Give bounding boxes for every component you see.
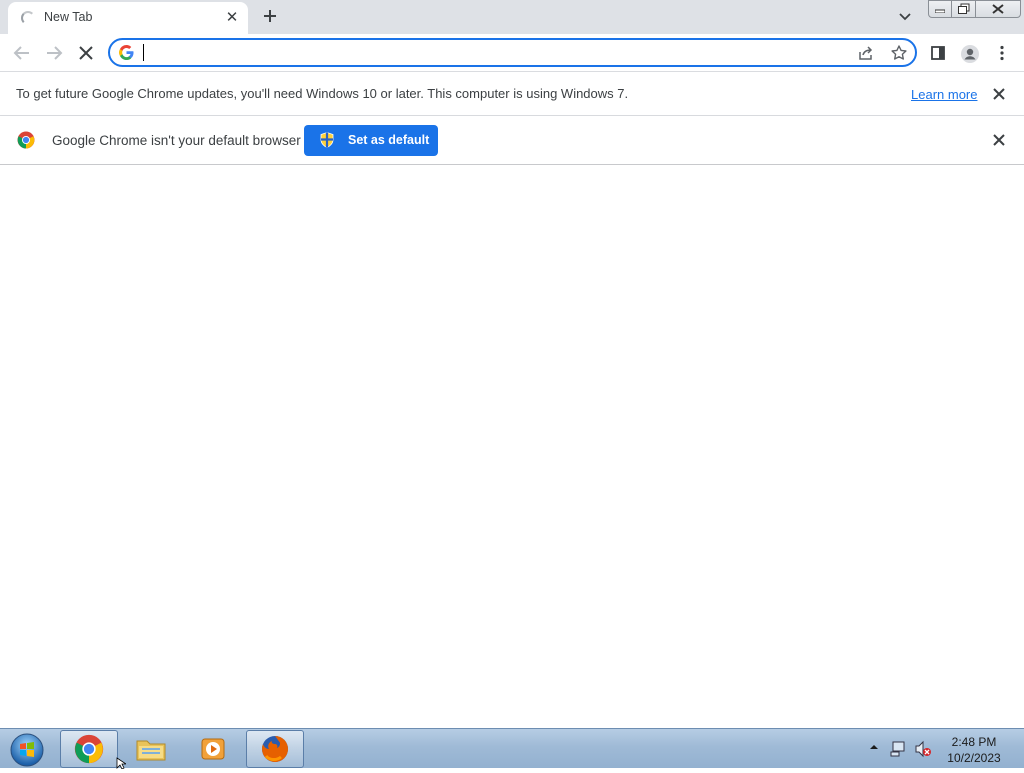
- minimize-icon: [935, 9, 945, 13]
- infobar-message: To get future Google Chrome updates, you…: [16, 86, 629, 101]
- minimize-button[interactable]: [928, 0, 952, 18]
- close-icon: [992, 4, 1004, 14]
- close-icon: [993, 134, 1005, 146]
- media-player-icon: [201, 738, 225, 760]
- forward-button[interactable]: [41, 40, 67, 66]
- star-icon[interactable]: [890, 44, 908, 62]
- browser-window: New Tab ✕ To get future Google Chrome up…: [0, 0, 1024, 728]
- set-as-default-button[interactable]: Set as default: [304, 125, 438, 156]
- taskbar-chrome[interactable]: [60, 730, 118, 768]
- mouse-cursor-icon: [116, 757, 126, 769]
- restore-button[interactable]: [951, 0, 976, 18]
- uac-shield-icon: [320, 132, 334, 148]
- text-caret: [143, 44, 144, 61]
- button-label: Set as default: [348, 133, 430, 147]
- windows-start-icon: [10, 733, 44, 767]
- restore-icon: [957, 3, 969, 14]
- tab-close-button[interactable]: ✕: [222, 8, 242, 28]
- new-tab-button[interactable]: [258, 5, 282, 29]
- plus-icon: [264, 10, 276, 22]
- menu-button[interactable]: [989, 40, 1015, 66]
- file-explorer-icon: [136, 740, 166, 761]
- taskbar-firefox[interactable]: [246, 730, 304, 768]
- profile-button[interactable]: [957, 40, 983, 66]
- side-panel-button[interactable]: [925, 40, 951, 66]
- stop-loading-button[interactable]: [73, 40, 99, 66]
- arrow-left-icon: [13, 46, 29, 60]
- avatar-icon: [961, 45, 979, 63]
- clock-time: 2:48 PM: [951, 735, 997, 749]
- clock-date: 10/2/2023: [947, 751, 1001, 765]
- window-close-button[interactable]: [975, 0, 1021, 18]
- tab-title: New Tab: [44, 10, 93, 24]
- address-bar[interactable]: [108, 38, 917, 67]
- infobar-message: Google Chrome isn't your default browser: [52, 133, 301, 148]
- network-icon[interactable]: [890, 740, 908, 758]
- share-icon[interactable]: [857, 44, 875, 62]
- google-icon: [119, 45, 134, 60]
- tab-new-tab[interactable]: New Tab ✕: [8, 2, 248, 34]
- close-icon: [993, 88, 1005, 100]
- tab-strip: New Tab ✕: [0, 0, 1024, 34]
- infobar-close-button[interactable]: [990, 131, 1008, 149]
- address-input[interactable]: [142, 43, 842, 62]
- firefox-icon: [262, 736, 288, 762]
- taskbar: 2:48 PM 10/2/2023: [0, 728, 1024, 768]
- chevron-down-icon: [899, 13, 911, 21]
- taskbar-file-explorer[interactable]: [122, 730, 180, 768]
- toolbar: [0, 34, 1024, 71]
- show-hidden-icons-icon[interactable]: [868, 742, 880, 752]
- learn-more-link[interactable]: Learn more: [911, 87, 977, 102]
- more-vert-icon: [1000, 45, 1004, 61]
- chrome-icon: [74, 734, 104, 764]
- back-button[interactable]: [9, 40, 35, 66]
- default-browser-infobar: Google Chrome isn't your default browser…: [0, 116, 1024, 165]
- infobar-close-button[interactable]: [990, 85, 1008, 103]
- chrome-logo-icon: [17, 131, 35, 149]
- system-clock[interactable]: 2:48 PM 10/2/2023: [938, 734, 1010, 766]
- tab-search-button[interactable]: [894, 6, 916, 28]
- loading-spinner-icon: [21, 11, 35, 25]
- volume-muted-icon[interactable]: [914, 740, 932, 758]
- start-button[interactable]: [4, 730, 50, 768]
- side-panel-icon: [931, 46, 945, 60]
- arrow-right-icon: [47, 46, 63, 60]
- os-update-infobar: To get future Google Chrome updates, you…: [0, 71, 1024, 116]
- close-icon: [79, 46, 93, 60]
- page-content[interactable]: [0, 165, 1024, 728]
- taskbar-media-player[interactable]: [184, 730, 242, 768]
